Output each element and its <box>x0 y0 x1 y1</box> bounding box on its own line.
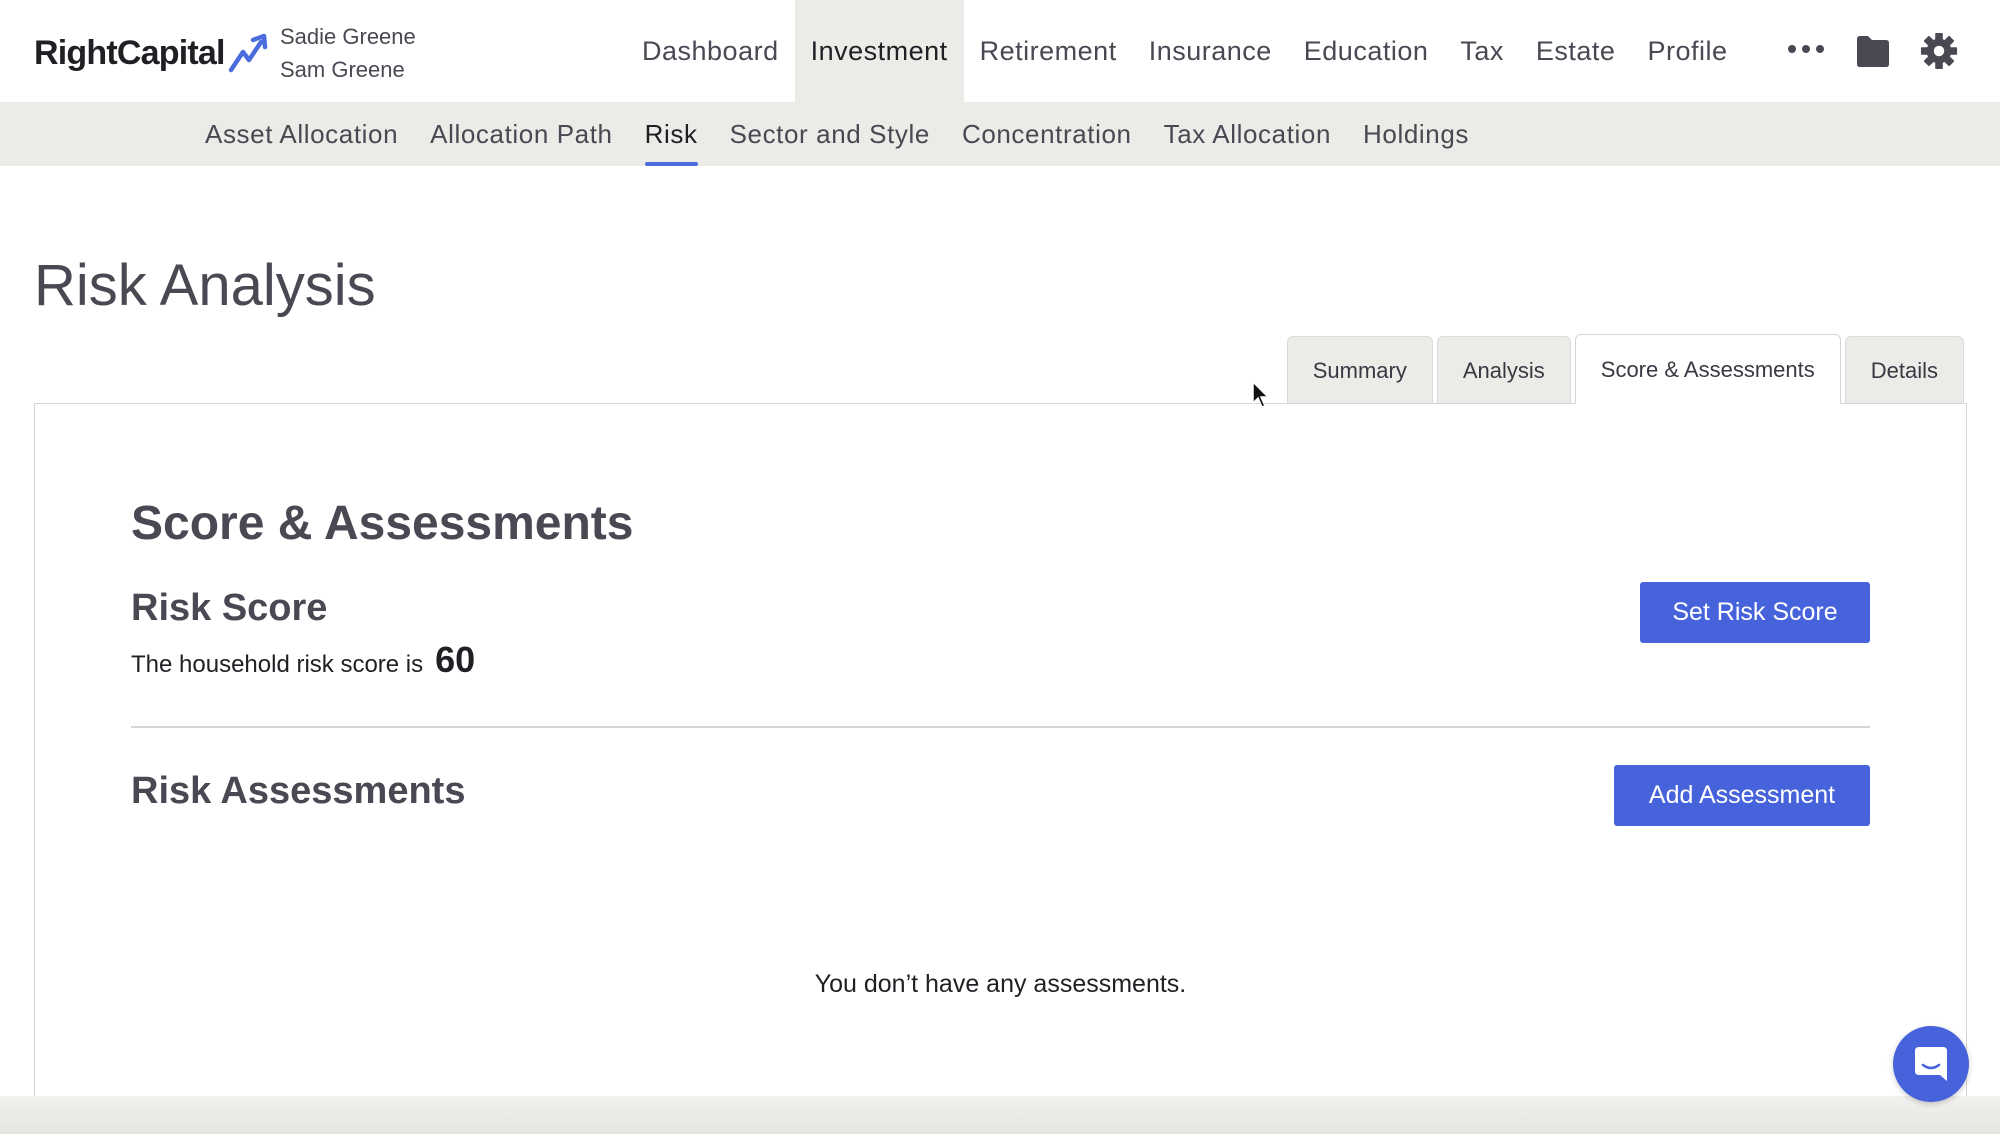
section-divider <box>131 726 1870 728</box>
rightcapital-logo[interactable]: RightCapital <box>34 30 273 76</box>
client-name-1: Sadie Greene <box>280 24 416 49</box>
risk-score-line: The household risk score is 60 <box>131 639 475 681</box>
subnav-allocation-path[interactable]: Allocation Path <box>430 102 612 166</box>
subnav-concentration[interactable]: Concentration <box>962 102 1132 166</box>
client-names[interactable]: Sadie Greene Sam Greene <box>280 20 416 86</box>
nav-tax[interactable]: Tax <box>1444 0 1520 102</box>
subnav-sector-and-style[interactable]: Sector and Style <box>730 102 930 166</box>
top-bar: RightCapital Sadie Greene Sam Greene Das… <box>0 0 2000 102</box>
tab-bar: Summary Analysis Score & Assessments Det… <box>1283 334 1964 404</box>
risk-score-text: The household risk score is <box>131 651 424 678</box>
tab-summary[interactable]: Summary <box>1286 336 1433 404</box>
page-title: Risk Analysis <box>34 253 376 318</box>
bottom-shadow <box>0 1096 2000 1134</box>
empty-assessments-message: You don’t have any assessments. <box>814 970 1187 998</box>
add-assessment-button[interactable]: Add Assessment <box>1614 765 1870 826</box>
panel-title: Score & Assessments <box>131 497 634 550</box>
mouse-cursor-icon <box>1252 381 1270 408</box>
chat-icon <box>1915 1047 1947 1081</box>
nav-profile[interactable]: Profile <box>1631 0 1743 102</box>
nav-investment[interactable]: Investment <box>794 0 964 102</box>
chat-launcher-button[interactable] <box>1893 1026 1969 1102</box>
tab-analysis[interactable]: Analysis <box>1436 336 1571 404</box>
folder-icon[interactable] <box>1855 31 1891 71</box>
main-nav: Dashboard Investment Retirement Insuranc… <box>626 0 1743 102</box>
tab-score-assessments[interactable]: Score & Assessments <box>1574 334 1841 404</box>
gear-icon[interactable] <box>1920 31 1958 71</box>
nav-insurance[interactable]: Insurance <box>1133 0 1288 102</box>
subnav-risk[interactable]: Risk <box>644 102 698 166</box>
client-name-2: Sam Greene <box>280 57 405 82</box>
score-assessments-panel: Score & Assessments Risk Score The house… <box>34 403 1967 1134</box>
nav-education[interactable]: Education <box>1288 0 1445 102</box>
risk-score-value: 60 <box>435 639 476 680</box>
tab-details[interactable]: Details <box>1844 336 1964 404</box>
subnav-holdings[interactable]: Holdings <box>1363 102 1469 166</box>
logo-arrow-icon <box>228 33 267 73</box>
risk-assessments-heading: Risk Assessments <box>131 770 466 812</box>
subnav-asset-allocation[interactable]: Asset Allocation <box>205 102 398 166</box>
nav-dashboard[interactable]: Dashboard <box>626 0 795 102</box>
sub-nav: Asset Allocation Allocation Path Risk Se… <box>0 102 2000 166</box>
set-risk-score-button[interactable]: Set Risk Score <box>1640 582 1870 643</box>
logo-text: RightCapital <box>34 33 225 72</box>
more-icon[interactable] <box>1788 45 1824 55</box>
nav-retirement[interactable]: Retirement <box>964 0 1133 102</box>
risk-score-heading: Risk Score <box>131 587 328 629</box>
nav-estate[interactable]: Estate <box>1520 0 1632 102</box>
subnav-tax-allocation[interactable]: Tax Allocation <box>1164 102 1331 166</box>
